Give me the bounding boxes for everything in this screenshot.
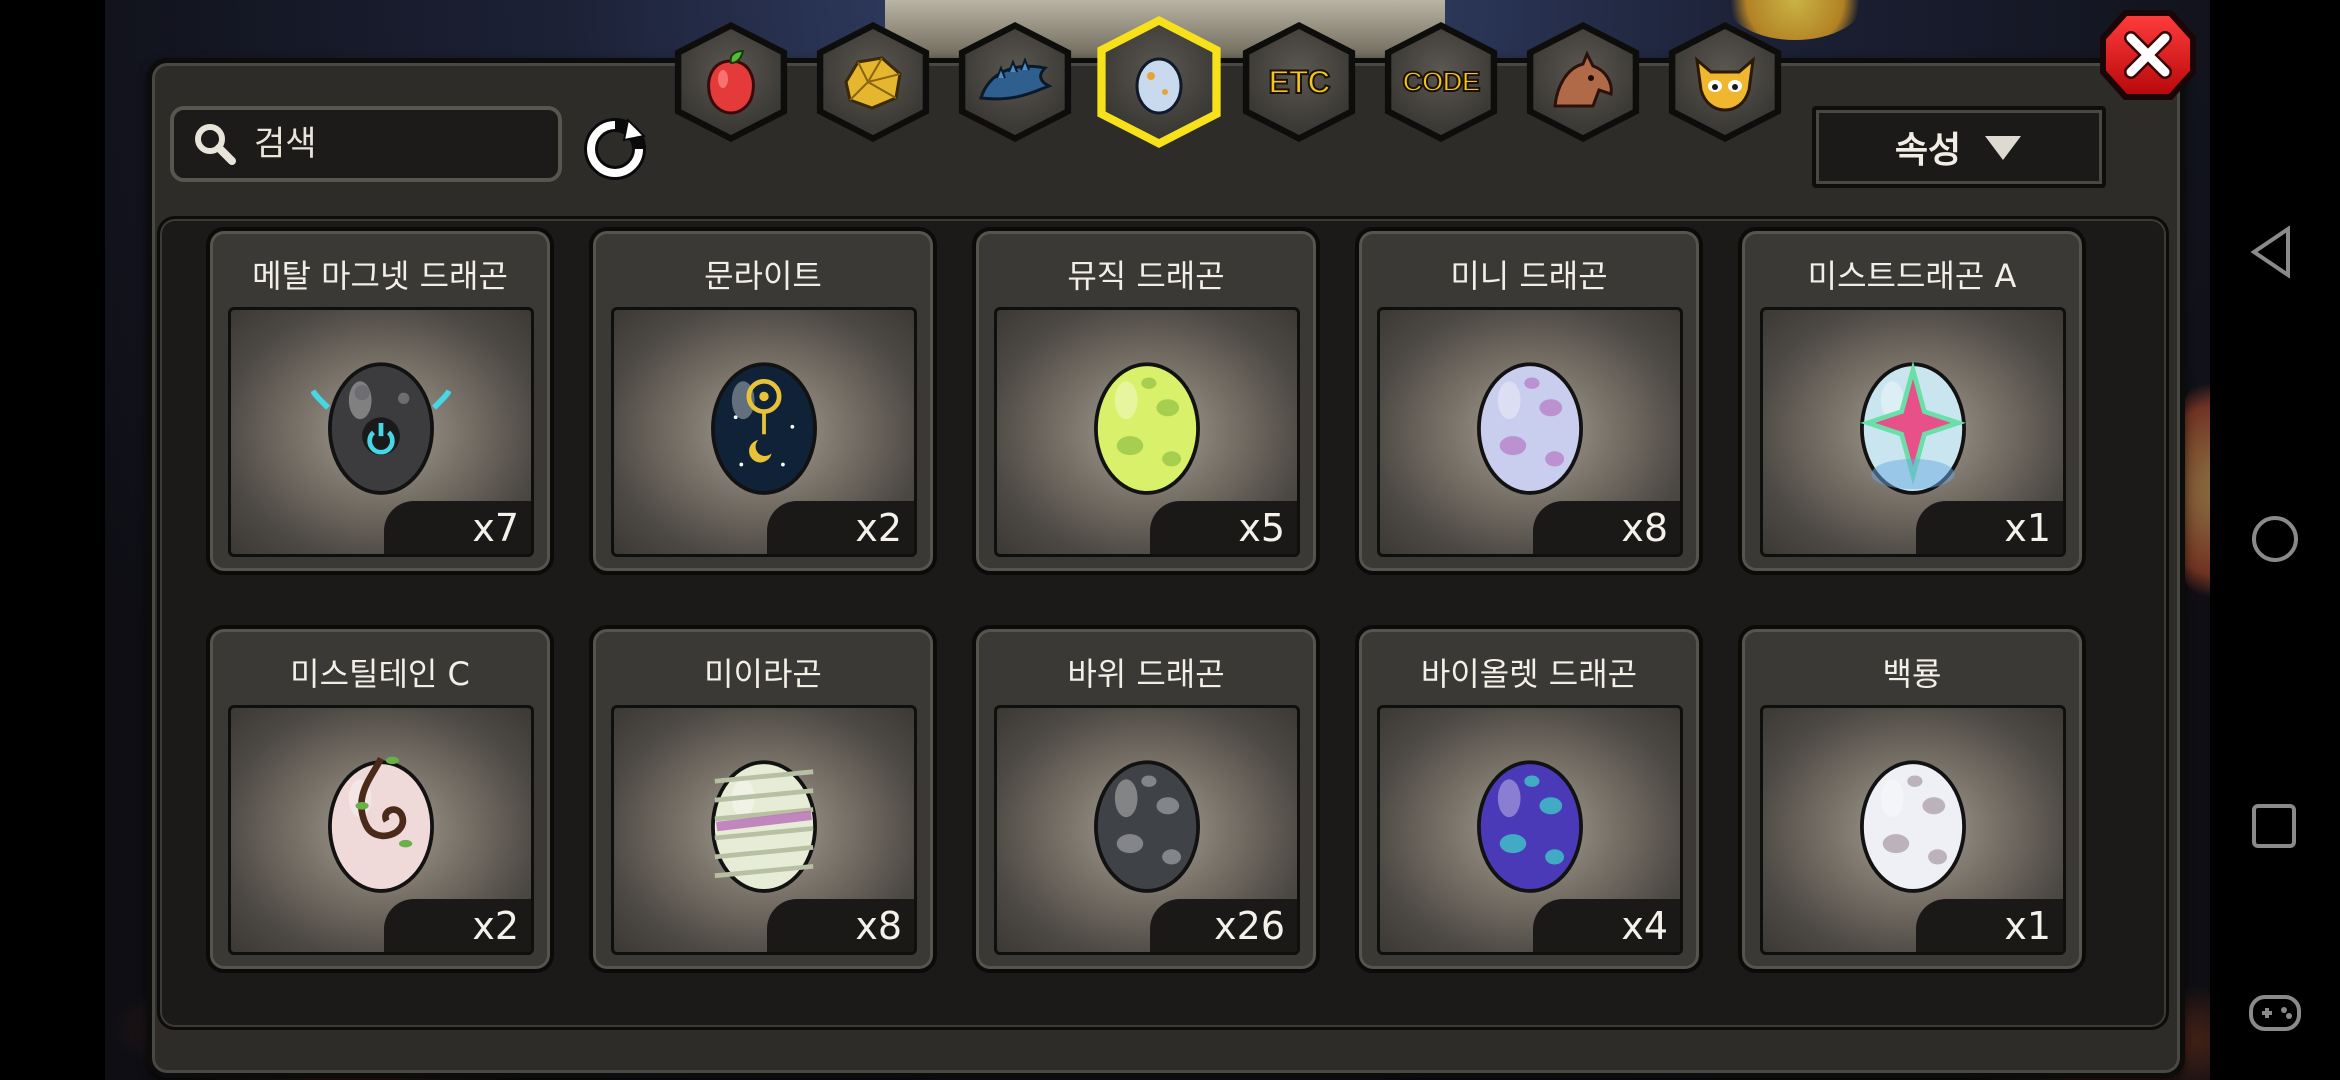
tab-etc[interactable]: ETC: [1242, 22, 1356, 142]
egg-name: 바위 드래곤: [1067, 655, 1225, 693]
egg-count: x1: [2004, 506, 2051, 550]
tab-pet[interactable]: [1668, 22, 1782, 142]
egg-frame: x1: [1760, 705, 2066, 955]
tab-beast[interactable]: [1526, 22, 1640, 142]
egg-frame: x1: [1760, 307, 2066, 557]
back-icon[interactable]: [2248, 225, 2298, 279]
search-icon: [195, 124, 236, 165]
egg-icon: [1094, 362, 1200, 495]
egg-card[interactable]: 문라이트 x2: [589, 227, 937, 575]
egg-frame: x2: [611, 307, 917, 557]
egg-icon: [1860, 360, 1966, 495]
tab-gold[interactable]: [816, 22, 930, 142]
close-icon: [2124, 31, 2172, 79]
android-nav-bar: [2210, 0, 2340, 1080]
egg-card[interactable]: 미스틸테인 C x2: [206, 625, 554, 973]
egg-icon: [711, 362, 817, 495]
sort-dropdown[interactable]: 속성: [1812, 106, 2106, 188]
search-box: [170, 106, 562, 182]
egg-icon: [1094, 760, 1200, 893]
egg-card[interactable]: 백룡 x1: [1738, 625, 2086, 973]
tab-egg[interactable]: [1097, 16, 1221, 148]
egg-count: x1: [2004, 904, 2051, 948]
tab-code[interactable]: CODE: [1384, 22, 1498, 142]
dragon-icon: [979, 57, 1053, 101]
egg-card[interactable]: 미니 드래곤 x8: [1355, 227, 1703, 575]
egg-name: 미스트드래곤 A: [1807, 257, 2017, 295]
tab-etc-label: ETC: [1268, 63, 1332, 101]
egg-frame: x8: [611, 705, 917, 955]
egg-name: 미이라곤: [704, 655, 822, 693]
pet-face-icon: [1694, 56, 1756, 112]
recents-icon[interactable]: [2248, 800, 2300, 852]
egg-icon: [328, 756, 434, 893]
egg-count: x8: [855, 904, 902, 948]
egg-count: x8: [1621, 506, 1668, 550]
refresh-icon[interactable]: [580, 114, 650, 184]
egg-count: x5: [1238, 506, 1285, 550]
egg-card[interactable]: 메탈 마그넷 드래곤 x7: [206, 227, 554, 575]
close-button[interactable]: [2100, 10, 2196, 100]
egg-icon: [1477, 760, 1583, 893]
tab-dragon[interactable]: [958, 22, 1072, 142]
egg-name: 미스틸테인 C: [290, 655, 470, 693]
egg-icon: [1477, 362, 1583, 495]
gamepad-icon[interactable]: [2248, 992, 2302, 1034]
egg-icon: [1135, 57, 1183, 115]
gold-ore-icon: [844, 56, 902, 110]
tab-fruit[interactable]: [674, 22, 788, 142]
egg-frame: x2: [228, 705, 534, 955]
egg-frame: x4: [1377, 705, 1683, 955]
fruit-icon: [707, 49, 755, 115]
home-icon[interactable]: [2248, 512, 2302, 566]
egg-frame: x8: [1377, 307, 1683, 557]
egg-card[interactable]: 바이올렛 드래곤 x4: [1355, 625, 1703, 973]
egg-card[interactable]: 미이라곤 x8: [589, 625, 937, 973]
egg-name: 백룡: [1882, 655, 1942, 693]
egg-name: 바이올렛 드래곤: [1420, 655, 1638, 693]
egg-name: 문라이트: [704, 257, 822, 295]
egg-icon: [711, 760, 817, 893]
egg-card[interactable]: 뮤직 드래곤 x5: [972, 227, 1320, 575]
egg-count: x26: [1214, 904, 1285, 948]
tab-code-label: CODE: [1402, 65, 1482, 98]
chevron-down-icon: [1985, 136, 2022, 160]
egg-frame: x7: [228, 307, 534, 557]
egg-frame: x26: [994, 705, 1300, 955]
egg-icon: [1860, 760, 1966, 893]
egg-count: x7: [472, 506, 519, 550]
egg-name: 뮤직 드래곤: [1067, 257, 1225, 295]
beast-icon: [1553, 50, 1613, 108]
search-input[interactable]: [252, 123, 526, 165]
egg-count: x4: [1621, 904, 1668, 948]
egg-card[interactable]: 미스트드래곤 A x1: [1738, 227, 2086, 575]
egg-count: x2: [855, 506, 902, 550]
sort-dropdown-label: 속성: [1894, 130, 1962, 171]
egg-count: x2: [472, 904, 519, 948]
egg-name: 메탈 마그넷 드래곤: [252, 257, 508, 295]
category-tab-bar: ETC CODE: [670, 14, 1800, 148]
egg-frame: x5: [994, 307, 1300, 557]
egg-icon: [311, 362, 451, 495]
egg-card[interactable]: 바위 드래곤 x26: [972, 625, 1320, 973]
egg-name: 미니 드래곤: [1450, 257, 1608, 295]
